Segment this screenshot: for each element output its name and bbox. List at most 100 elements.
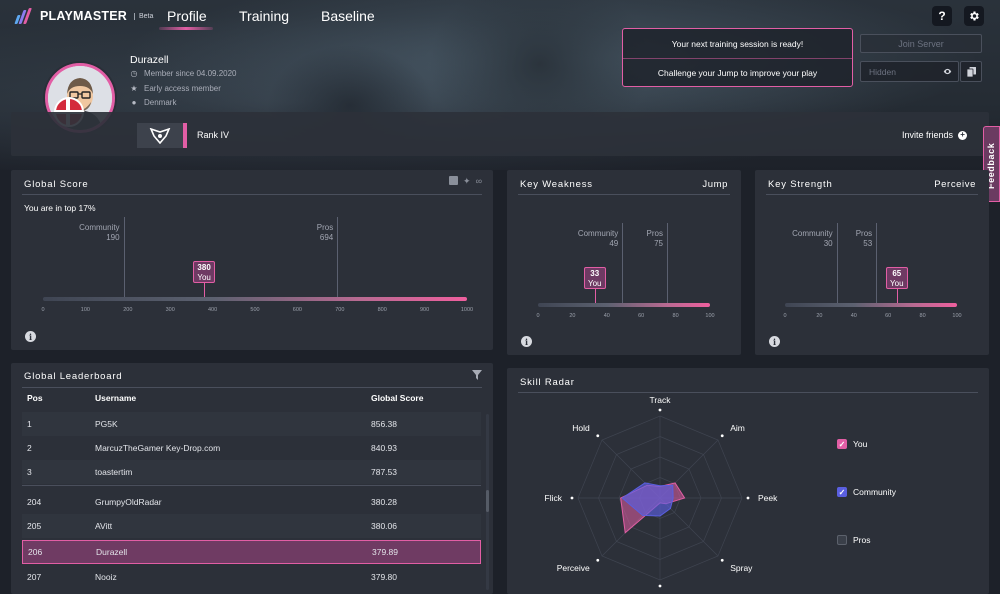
you-marker-stem: [594, 289, 596, 303]
invite-friends-button[interactable]: Invite friends +: [902, 130, 968, 140]
member-since: ◷ Member since 04.09.2020: [130, 69, 237, 78]
table-row[interactable]: 2 MarcuzTheGamer Key-Drop.com 840.93: [22, 436, 481, 460]
filter-icon[interactable]: [472, 370, 482, 380]
country: ● Denmark: [130, 98, 177, 107]
score-track: [785, 303, 957, 307]
legend-community[interactable]: ✓ Community: [837, 487, 896, 497]
notification-training-ready[interactable]: Your next training session is ready!: [623, 29, 852, 58]
row-pos: 207: [27, 572, 42, 582]
community-marker-line: [123, 217, 125, 297]
radar-axis-label: Track: [650, 395, 672, 405]
notification-challenge[interactable]: Challenge your Jump to improve your play: [623, 58, 852, 87]
legend-label: Pros: [853, 535, 871, 545]
info-icon[interactable]: i: [769, 336, 780, 347]
header-score[interactable]: Global Score: [371, 393, 423, 403]
row-score: 380.06: [371, 521, 397, 531]
axis-tick-label: 40: [850, 313, 857, 319]
axis-tick-label: 600: [292, 307, 302, 313]
skill-radar-chart: TrackAimPeekSprayJumpPerceiveFlickHold: [545, 395, 779, 594]
pros-marker-name: Pros: [316, 223, 334, 232]
legend-label: You: [853, 439, 868, 449]
you-label: You: [588, 279, 602, 288]
pros-marker-line: [876, 223, 878, 303]
help-icon[interactable]: ?: [932, 6, 952, 26]
link-icon[interactable]: ∞: [476, 176, 482, 187]
radar-axis-label: Flick: [545, 493, 563, 503]
facebook-icon[interactable]: [449, 176, 459, 185]
tab-profile[interactable]: Profile: [167, 8, 207, 24]
app-logo[interactable]: PLAYMASTER Beta: [14, 8, 153, 24]
weakness-skill: Jump: [702, 179, 728, 190]
axis-tick-label: 20: [569, 313, 576, 319]
tab-baseline[interactable]: Baseline: [321, 8, 375, 24]
panel-divider: [22, 194, 482, 195]
axis-tick-label: 60: [638, 313, 645, 319]
table-row-current-user[interactable]: 206 Durazell 379.89: [22, 540, 481, 564]
pros-marker-value: 694: [319, 233, 334, 242]
you-label: You: [890, 279, 904, 288]
row-score: 379.80: [371, 572, 397, 582]
row-pos: 205: [27, 521, 42, 531]
radar-axis-dot: [658, 584, 662, 588]
row-score: 379.89: [372, 547, 398, 557]
eye-icon[interactable]: [943, 67, 952, 76]
axis-tick-label: 100: [705, 313, 715, 319]
location-pin-icon: ●: [131, 98, 137, 107]
join-server-button[interactable]: Join Server: [860, 34, 982, 53]
row-score: 787.53: [371, 467, 397, 477]
key-strength-panel: Key Strength Perceive i 0 20 40 60 80 100 Comm…: [755, 170, 989, 355]
axis-tick-label: 700: [335, 307, 345, 313]
radar-axis-label: Peek: [758, 493, 778, 503]
copy-icon[interactable]: [960, 61, 982, 82]
checkbox-unchecked-icon[interactable]: [837, 535, 847, 545]
server-password-field[interactable]: Hidden: [860, 61, 959, 82]
table-row[interactable]: 205 AVitt 380.06: [22, 514, 481, 538]
panel-title: Key Weakness: [520, 179, 593, 190]
table-row[interactable]: 3 toastertim 787.53: [22, 460, 481, 484]
you-marker-stem: [204, 283, 206, 297]
panel-divider: [22, 387, 482, 388]
row-score: 840.93: [371, 443, 397, 453]
pros-marker-name: Pros: [646, 229, 663, 238]
table-row[interactable]: 204 GrumpyOldRadar 380.28: [22, 490, 481, 514]
active-tab-indicator: [159, 27, 213, 30]
radar-axis-label: Spray: [730, 563, 753, 573]
axis-tick-label: 1000: [460, 307, 474, 313]
table-row[interactable]: 1 PG5K 856.38: [22, 412, 481, 436]
pros-marker-value: 53: [863, 239, 873, 248]
pros-marker-value: 75: [654, 239, 663, 248]
legend-you[interactable]: ✓ You: [837, 439, 867, 449]
row-pos: 3: [27, 467, 32, 477]
axis-tick-label: 900: [420, 307, 430, 313]
info-icon[interactable]: i: [521, 336, 532, 347]
panel-title: Global Score: [24, 179, 89, 190]
table-row[interactable]: 207 Nooiz 379.80: [22, 565, 481, 589]
tab-training[interactable]: Training: [239, 8, 289, 24]
twitter-icon[interactable]: ✦: [463, 176, 471, 187]
checkbox-checked-icon[interactable]: ✓: [837, 439, 847, 449]
you-marker-stem: [896, 289, 898, 303]
checkbox-checked-icon[interactable]: ✓: [837, 487, 847, 497]
global-score-panel: Global Score ✦ ∞ You are in top 17% i 0 1…: [11, 170, 493, 350]
pros-marker-label: Pros 53: [820, 229, 872, 249]
community-marker-name: Community: [79, 223, 120, 232]
you-label: You: [197, 273, 211, 282]
leaderboard-scrollbar[interactable]: [486, 414, 489, 590]
axis-tick-label: 100: [952, 313, 962, 319]
beta-badge: Beta: [133, 12, 153, 20]
row-score: 856.38: [371, 419, 397, 429]
gear-icon[interactable]: [964, 6, 984, 26]
row-username: GrumpyOldRadar: [95, 497, 162, 507]
header-username[interactable]: Username: [95, 393, 136, 403]
header-pos[interactable]: Pos: [27, 393, 43, 403]
axis-tick-label: 0: [41, 307, 45, 313]
legend-pros[interactable]: Pros: [837, 535, 870, 545]
info-icon[interactable]: i: [25, 331, 36, 342]
row-username: Nooiz: [95, 572, 117, 582]
axis-tick-label: 200: [123, 307, 133, 313]
score-track: [538, 303, 710, 307]
training-notification: Your next training session is ready! Cha…: [622, 28, 853, 87]
percentile-text: You are in top 17%: [24, 203, 96, 213]
you-marker: 33 You: [583, 267, 606, 289]
row-username: AVitt: [95, 521, 113, 531]
